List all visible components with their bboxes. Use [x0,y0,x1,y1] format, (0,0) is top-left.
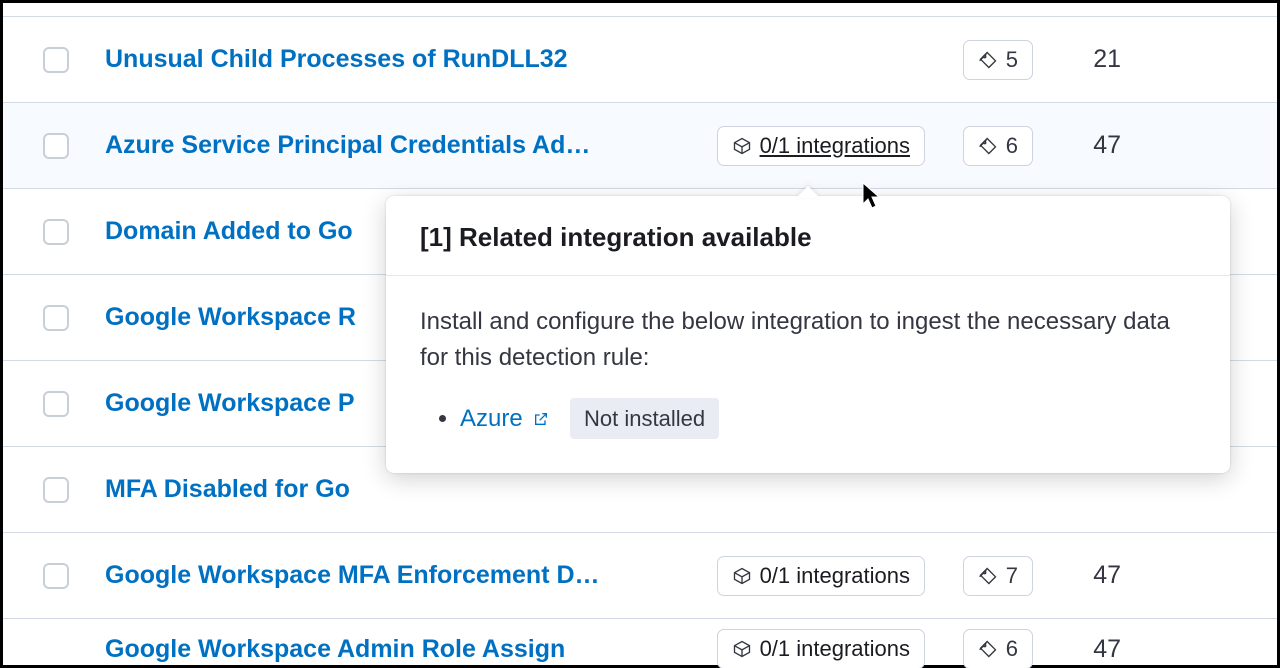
integration-status-pill: Not installed [570,398,719,439]
integration-link[interactable]: Azure [460,405,556,432]
tag-badge[interactable]: 6 [963,126,1033,166]
row-count: 21 [1051,45,1121,74]
popover-integration-item: Azure Not installed [460,398,1196,439]
tag-badge[interactable]: 6 [963,629,1033,668]
table-row: Unusual Child Processes of RunDLL32 5 21 [3,17,1277,103]
rule-name-link[interactable]: Azure Service Principal Credentials Ad… [87,131,647,160]
integration-text: 0/1 integrations [760,563,910,589]
tag-count: 6 [1006,636,1018,662]
rule-name-link[interactable]: Google Workspace MFA Enforcement D… [87,561,647,590]
integration-badge[interactable]: 0/1 integrations [717,629,925,668]
mouse-cursor [861,182,883,210]
package-icon [732,566,752,586]
tag-cell: 6 [943,126,1033,166]
app-frame: Unusual Child Processes of RunDLL32 5 21… [0,0,1280,668]
table-row: Azure Service Principal Credentials Ad… … [3,103,1277,189]
row-checkbox[interactable] [43,133,69,159]
row-checkbox[interactable] [43,305,69,331]
table-row: Google Workspace Admin Role Assign 0/1 i… [3,619,1277,668]
row-count: 47 [1051,561,1121,590]
table-header-sliver [3,0,1277,17]
row-checkbox[interactable] [43,391,69,417]
package-icon [732,136,752,156]
row-count: 47 [1051,635,1121,664]
integration-popover: [1] Related integration available Instal… [386,196,1230,473]
row-count: 47 [1051,131,1121,160]
tag-icon [978,566,998,586]
table-row: Google Workspace MFA Enforcement D… 0/1 … [3,533,1277,619]
row-checkbox[interactable] [43,219,69,245]
tag-cell: 6 [943,629,1033,668]
integration-cell: 0/1 integrations [665,126,925,166]
integration-text: 0/1 integrations [760,636,910,662]
integration-cell: 0/1 integrations [665,556,925,596]
tag-badge[interactable]: 5 [963,40,1033,80]
tag-icon [978,639,998,659]
rule-name-link[interactable]: Unusual Child Processes of RunDLL32 [87,45,647,74]
integration-link-text: Azure [460,405,523,432]
tag-cell: 7 [943,556,1033,596]
row-checkbox[interactable] [43,563,69,589]
rule-name-link[interactable]: Google Workspace R [87,303,387,332]
rule-name-link[interactable]: MFA Disabled for Go [87,475,387,504]
integration-cell: 0/1 integrations [665,629,925,668]
integration-badge[interactable]: 0/1 integrations [717,556,925,596]
popover-body: Install and configure the below integrat… [386,276,1230,473]
tag-count: 5 [1006,47,1018,73]
integration-badge[interactable]: 0/1 integrations [717,126,925,166]
rule-name-link[interactable]: Google Workspace P [87,389,387,418]
row-checkbox[interactable] [43,47,69,73]
popover-title: [1] Related integration available [386,196,1230,276]
rule-name-link[interactable]: Domain Added to Go [87,217,387,246]
tag-count: 7 [1006,563,1018,589]
tag-icon [978,50,998,70]
external-link-icon [533,411,549,427]
tag-badge[interactable]: 7 [963,556,1033,596]
package-icon [732,639,752,659]
row-checkbox[interactable] [43,477,69,503]
popover-description: Install and configure the below integrat… [420,304,1196,376]
integration-text: 0/1 integrations [760,133,910,159]
tag-icon [978,136,998,156]
rule-name-link[interactable]: Google Workspace Admin Role Assign [87,635,647,664]
tag-count: 6 [1006,133,1018,159]
tag-cell: 5 [943,40,1033,80]
